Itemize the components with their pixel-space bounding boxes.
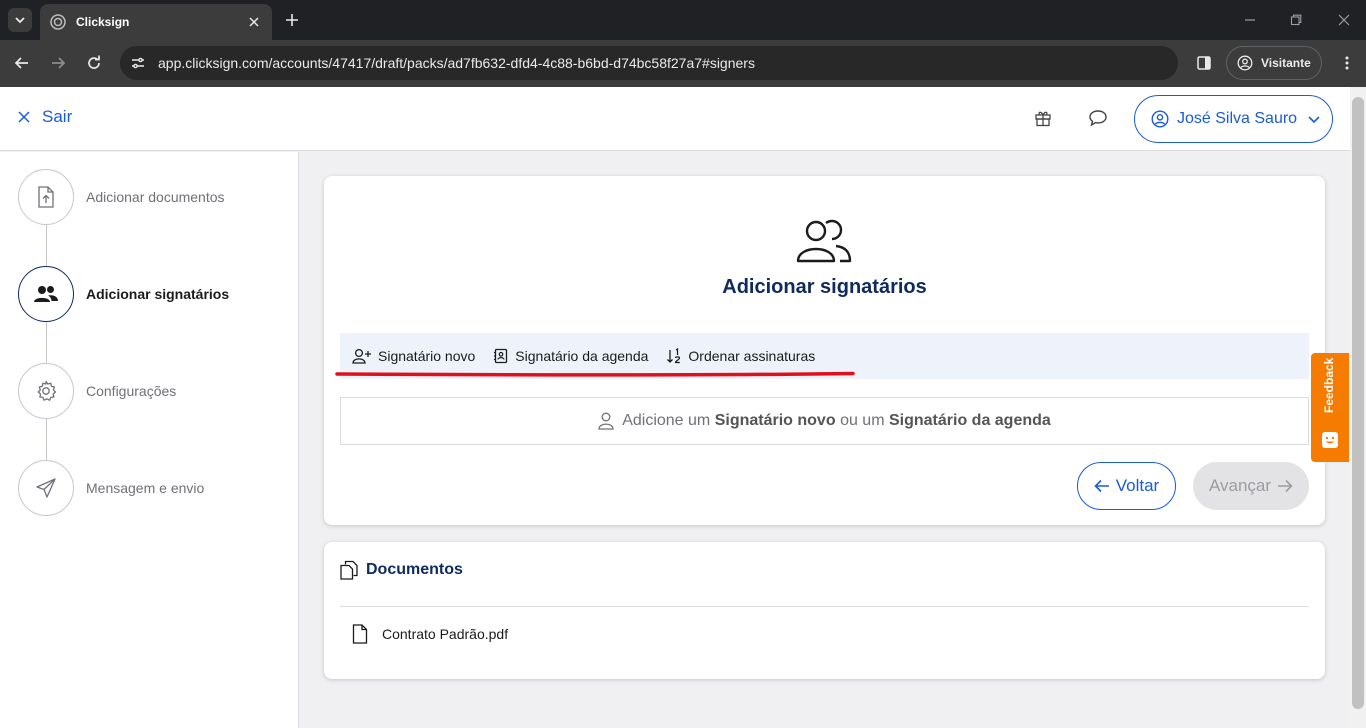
- step-connector: [46, 224, 47, 266]
- next-button[interactable]: Avançar: [1193, 462, 1309, 510]
- empty-state-prefix: Adicione um: [622, 412, 711, 429]
- close-window-icon[interactable]: [1334, 10, 1354, 30]
- site-favicon-icon: [50, 14, 66, 30]
- step-circle: [18, 266, 74, 322]
- gear-icon: [37, 380, 57, 401]
- step-circle: [18, 460, 74, 516]
- exit-button[interactable]: Sair: [18, 107, 72, 127]
- new-tab-icon[interactable]: [282, 10, 302, 30]
- back-button[interactable]: Voltar: [1077, 462, 1176, 510]
- copy-files-icon: [340, 560, 358, 580]
- users-icon: [34, 286, 58, 302]
- back-arrow-icon[interactable]: [11, 52, 33, 74]
- arrow-right-icon: [1277, 479, 1293, 493]
- browser-toolbar: app.clicksign.com/accounts/47417/draft/p…: [0, 40, 1366, 87]
- sort-order-icon: [666, 348, 682, 364]
- signers-empty-state: Adicione um Signatário novo ou um Signat…: [340, 397, 1309, 445]
- step-label: Configurações: [86, 383, 177, 399]
- user-name: José Silva Sauro: [1177, 110, 1298, 127]
- browser-menu-icon[interactable]: [1336, 52, 1358, 74]
- profile-label: Visitante: [1261, 56, 1311, 70]
- address-bar[interactable]: app.clicksign.com/accounts/47417/draft/p…: [120, 46, 1178, 80]
- steps-sidebar: Adicionar documentos Adicionar signatári…: [0, 152, 299, 728]
- gift-icon[interactable]: [1032, 107, 1054, 129]
- scrollbar-thumb[interactable]: [1352, 97, 1364, 709]
- step-connector: [46, 322, 47, 364]
- step-add-documents[interactable]: Adicionar documentos: [18, 169, 225, 225]
- tab-title: Clicksign: [76, 15, 130, 29]
- step-circle: [18, 363, 74, 419]
- close-icon: [18, 111, 30, 123]
- order-signatures-button[interactable]: Ordenar assinaturas: [666, 348, 815, 364]
- chevron-down-icon: [15, 17, 25, 24]
- arrow-left-icon: [1094, 479, 1110, 493]
- site-settings-icon[interactable]: [130, 55, 146, 71]
- file-icon: [352, 624, 368, 644]
- step-label: Adicionar signatários: [86, 286, 230, 302]
- step-connector: [46, 419, 47, 461]
- browser-tabbar: Clicksign: [0, 0, 1366, 40]
- contact-signer-button[interactable]: Signatário da agenda: [493, 348, 648, 364]
- new-signer-button[interactable]: Signatário novo: [352, 348, 475, 364]
- profile-icon: [1237, 55, 1253, 71]
- step-label: Mensagem e envio: [86, 480, 205, 496]
- tab-search-button[interactable]: [8, 8, 32, 32]
- step-label: Adicionar documentos: [86, 189, 225, 205]
- feedback-label: Feedback: [1322, 357, 1336, 413]
- minimize-icon[interactable]: [1240, 10, 1260, 30]
- user-icon: [598, 412, 614, 430]
- forward-arrow-icon[interactable]: [47, 52, 69, 74]
- feedback-tab[interactable]: Feedback: [1311, 353, 1349, 462]
- send-icon: [36, 478, 56, 498]
- smiley-icon: [1322, 432, 1338, 448]
- divider: [340, 606, 1309, 607]
- step-add-signers[interactable]: Adicionar signatários: [18, 266, 229, 322]
- annotation-underline: [335, 371, 855, 377]
- exit-label: Sair: [42, 107, 73, 126]
- empty-state-middle: ou um: [840, 412, 885, 429]
- empty-state-contact-signer: Signatário da agenda: [888, 412, 1051, 429]
- step-message-send[interactable]: Mensagem e envio: [18, 460, 204, 516]
- side-panel-icon[interactable]: [1193, 52, 1215, 74]
- step-settings[interactable]: Configurações: [18, 363, 176, 419]
- profile-button[interactable]: Visitante: [1226, 46, 1322, 80]
- app-header: Sair José Silva Sauro: [0, 87, 1350, 151]
- user-plus-icon: [352, 348, 372, 364]
- next-label: Avançar: [1208, 476, 1272, 495]
- users-outline-icon: [796, 219, 852, 263]
- order-signatures-label: Ordenar assinaturas: [688, 348, 816, 364]
- contact-signer-label: Signatário da agenda: [515, 348, 649, 364]
- documents-heading: Documentos: [340, 560, 463, 580]
- empty-state-new-signer: Signatário novo: [714, 412, 836, 429]
- restore-icon[interactable]: [1286, 10, 1306, 30]
- document-item[interactable]: Contrato Padrão.pdf: [352, 624, 508, 644]
- documents-title: Documentos: [366, 561, 463, 578]
- address-book-icon: [493, 348, 509, 364]
- tab-close-icon[interactable]: [246, 14, 262, 30]
- page-scrollbar[interactable]: [1350, 87, 1366, 728]
- browser-tab[interactable]: Clicksign: [40, 4, 272, 40]
- new-signer-label: Signatário novo: [378, 348, 476, 364]
- back-label: Voltar: [1115, 476, 1160, 495]
- url-text[interactable]: app.clicksign.com/accounts/47417/draft/p…: [158, 55, 755, 71]
- page-title: Adicionar signatários: [722, 276, 927, 298]
- file-upload-icon: [38, 186, 54, 208]
- signers-card: Adicionar signatários Signatário novo Si…: [324, 176, 1325, 525]
- reload-icon[interactable]: [83, 52, 105, 74]
- document-name: Contrato Padrão.pdf: [382, 626, 509, 642]
- chat-icon[interactable]: [1087, 107, 1109, 129]
- step-circle: [18, 169, 74, 225]
- user-menu-button[interactable]: José Silva Sauro: [1134, 95, 1333, 143]
- chevron-down-icon: [1308, 116, 1320, 124]
- user-circle-icon: [1151, 110, 1169, 128]
- documents-card: Documentos Contrato Padrão.pdf: [324, 542, 1325, 679]
